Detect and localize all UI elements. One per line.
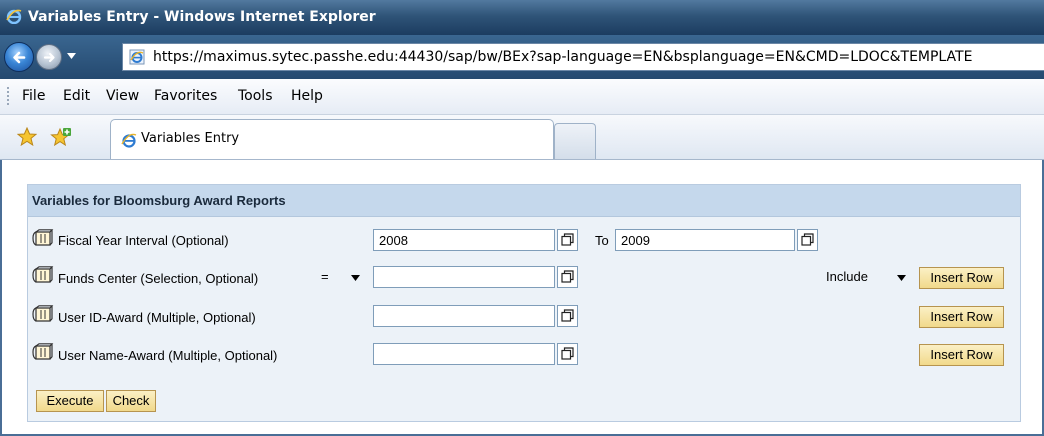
funds-center-label: Funds Center (Selection, Optional) [58, 271, 259, 286]
tab-label: Variables Entry [141, 131, 240, 146]
fiscal-year-from-value-help[interactable] [557, 229, 578, 251]
fiscal-year-to-value-help[interactable] [797, 229, 818, 251]
funds-center-value-help[interactable] [557, 266, 578, 288]
variable-cube-icon [32, 343, 54, 360]
user-name-award-label: User Name-Award (Multiple, Optional) [58, 348, 278, 363]
funds-center-input[interactable] [373, 266, 555, 288]
user-id-award-input[interactable] [373, 305, 555, 327]
chevron-down-icon [897, 275, 906, 281]
funds-center-operator-select[interactable]: = [315, 265, 369, 289]
window-title: Variables Entry - Windows Internet Explo… [28, 9, 376, 25]
funds-center-insert-row-button[interactable]: Insert Row [919, 267, 1004, 289]
value-help-icon [561, 233, 574, 246]
panel-header: Variables for Bloomsburg Award Reports [28, 185, 1020, 217]
menu-help[interactable]: Help [291, 88, 323, 104]
forward-arrow-icon [43, 52, 55, 63]
menu-bar: File Edit View Favorites Tools Help [0, 79, 1044, 115]
user-name-award-input[interactable] [373, 343, 555, 365]
fiscal-year-to-input[interactable]: 2009 [615, 229, 795, 251]
include-exclude-select[interactable]: Include [820, 265, 914, 289]
back-arrow-icon [13, 51, 26, 64]
new-tab-button[interactable] [554, 123, 596, 159]
variable-cube-icon [32, 229, 54, 246]
ie-logo-icon [6, 9, 22, 24]
fiscal-year-label: Fiscal Year Interval (Optional) [58, 233, 229, 248]
add-favorites-icon[interactable] [50, 127, 72, 147]
tab-bar: Variables Entry [0, 115, 1044, 160]
back-button[interactable] [4, 42, 34, 72]
user-name-award-value-help[interactable] [557, 343, 578, 365]
address-bar[interactable]: https://maximus.sytec.passhe.edu:44430/s… [122, 43, 1044, 71]
user-id-award-label: User ID-Award (Multiple, Optional) [58, 310, 256, 325]
address-row: https://maximus.sytec.passhe.edu:44430/s… [0, 35, 1044, 79]
menu-edit[interactable]: Edit [63, 88, 90, 104]
user-id-award-insert-row-button[interactable]: Insert Row [919, 306, 1004, 328]
variables-panel: Variables for Bloomsburg Award Reports F… [27, 184, 1021, 422]
window-title-bar: Variables Entry - Windows Internet Explo… [0, 0, 1044, 35]
recent-pages-dropdown-icon[interactable] [67, 53, 76, 59]
menu-favorites[interactable]: Favorites [154, 88, 217, 104]
forward-button[interactable] [36, 44, 62, 70]
fiscal-year-from-input[interactable]: 2008 [373, 229, 555, 251]
ie-page-icon [121, 133, 137, 148]
page-ie-icon [129, 49, 145, 65]
value-help-icon [561, 270, 574, 283]
user-name-award-insert-row-button[interactable]: Insert Row [919, 344, 1004, 366]
menu-grip [7, 87, 9, 107]
value-help-icon [801, 233, 814, 246]
to-label: To [595, 233, 609, 248]
menu-tools[interactable]: Tools [238, 88, 273, 104]
check-button[interactable]: Check [106, 390, 156, 412]
value-help-icon [561, 347, 574, 360]
chevron-down-icon [351, 275, 360, 281]
address-url[interactable]: https://maximus.sytec.passhe.edu:44430/s… [153, 49, 972, 65]
operator-value: = [321, 269, 329, 284]
include-value: Include [826, 269, 868, 284]
tab-variables-entry[interactable]: Variables Entry [110, 119, 554, 159]
user-id-award-value-help[interactable] [557, 305, 578, 327]
menu-file[interactable]: File [22, 88, 45, 104]
menu-view[interactable]: View [106, 88, 139, 104]
execute-button[interactable]: Execute [36, 390, 104, 412]
value-help-icon [561, 309, 574, 322]
panel-title: Variables for Bloomsburg Award Reports [32, 193, 286, 208]
variable-cube-icon [32, 266, 54, 283]
favorites-star-icon[interactable] [17, 127, 37, 146]
variable-cube-icon [32, 305, 54, 322]
